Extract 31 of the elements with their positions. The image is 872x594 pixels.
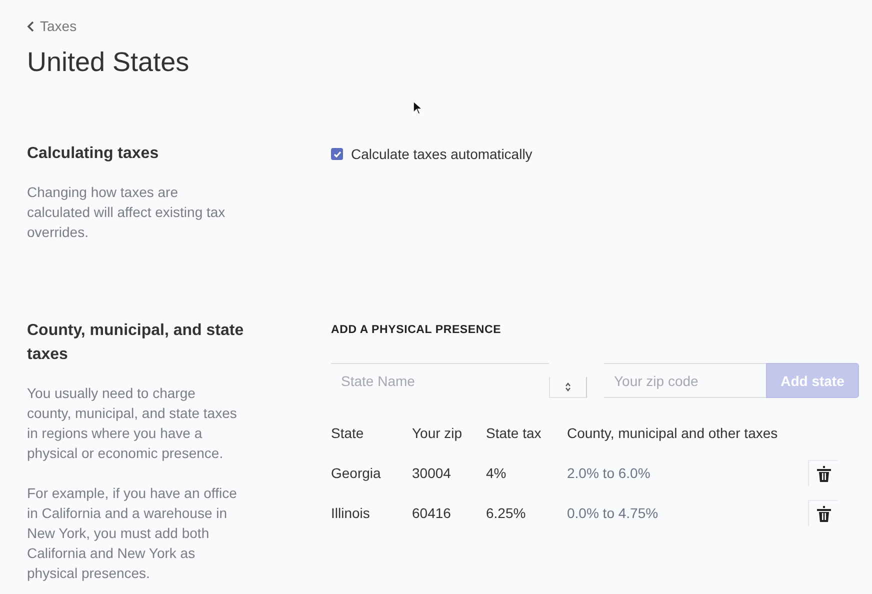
section-heading: County, municipal, and state taxes: [27, 321, 245, 365]
checkbox-label: Calculate taxes automatically: [351, 146, 532, 162]
cursor-icon: [413, 101, 422, 115]
checkbox[interactable]: [331, 148, 343, 160]
delete-button[interactable]: [808, 500, 838, 526]
section-description: You usually need to charge county, municipal, and state taxes in regions where you have a physical or economic presence.: [27, 384, 238, 463]
column-header: Your zip: [412, 425, 462, 441]
breadcrumb-link[interactable]: Taxes: [40, 18, 77, 34]
stepper-icon: [565, 382, 571, 392]
table-cell: 0.0% to 4.75%: [567, 505, 658, 521]
table-cell: 2.0% to 6.0%: [567, 465, 650, 481]
table-cell: 60416: [412, 505, 451, 521]
table-cell: Georgia: [331, 465, 381, 481]
section-heading: Calculating taxes: [27, 144, 160, 164]
table-cell: Illinois: [331, 505, 370, 521]
trash-icon: [816, 466, 830, 482]
column-header: County, municipal and other taxes: [567, 425, 778, 441]
table-cell: 6.25%: [486, 505, 526, 521]
delete-button[interactable]: [808, 460, 838, 486]
trash-icon: [816, 506, 830, 522]
section-description: For example, if you have an office in California and a warehouse in New York, you must add both California and New York as physical presences.: [27, 484, 238, 583]
table-cell: 4%: [486, 465, 506, 481]
page-title: United States: [27, 46, 190, 79]
zip-field[interactable]: Your zip code: [604, 363, 766, 398]
column-header: State tax: [486, 425, 542, 441]
state-name-field[interactable]: State Name: [331, 363, 549, 398]
table-cell: 30004: [412, 465, 451, 481]
section-label: ADD A PHYSICAL PRESENCE: [331, 323, 502, 338]
back-chevron-icon: [27, 20, 34, 32]
column-header: State: [331, 425, 364, 441]
section-description: Changing how taxes are calculated will affect existing tax overrides.: [27, 183, 226, 242]
